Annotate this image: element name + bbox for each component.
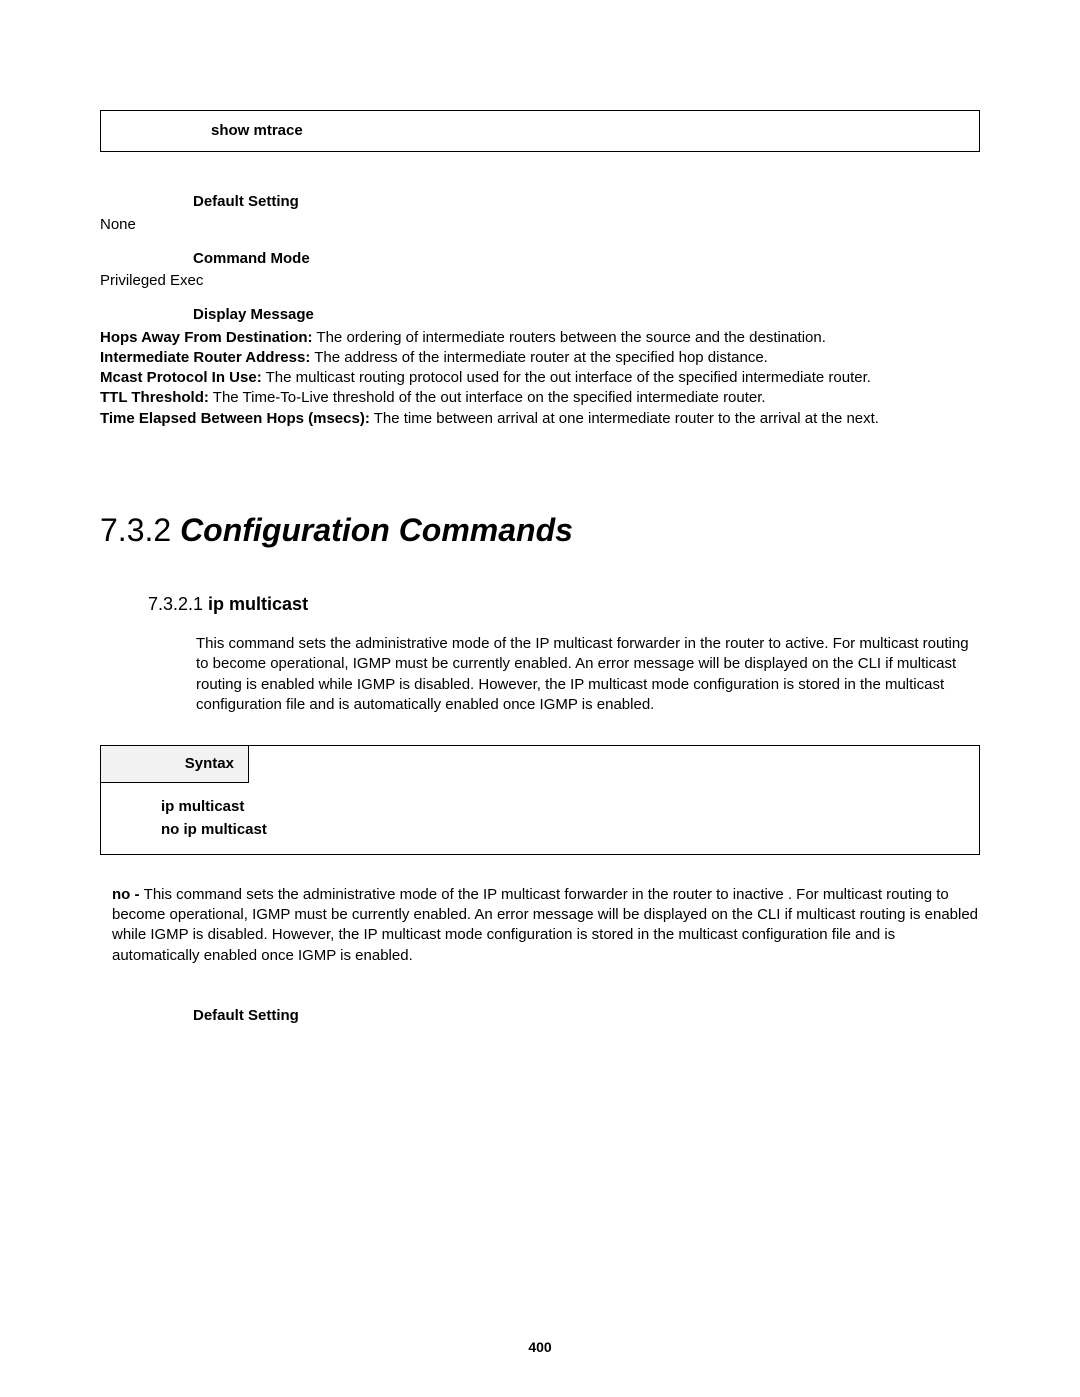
time-elapsed-text: The time between arrival at one intermed… [370,410,879,427]
syntax-line-2: no ip multicast [161,820,969,840]
display-message-block: Hops Away From Destination: The ordering… [100,328,980,429]
subsection-heading-ip-multicast: 7.3.2.1 ip multicast [148,592,980,616]
page-number: 400 [0,1338,1080,1357]
hops-text: The ordering of intermediate routers bet… [313,329,826,346]
syntax-body: ip multicast no ip multicast [101,783,979,854]
no-text: This command sets the administrative mod… [112,886,978,964]
command-mode-value: Privileged Exec [100,271,980,291]
command-mode-label: Command Mode [193,249,980,269]
syntax-line-1: ip multicast [161,797,969,817]
subsection-title: ip multicast [208,594,308,614]
default-setting-label-2: Default Setting [193,1006,980,1026]
syntax-label: Syntax [101,746,249,783]
default-setting-label-1: Default Setting [193,192,980,212]
default-setting-value-1: None [100,215,980,235]
ttl-threshold-label: TTL Threshold: [100,389,209,406]
time-elapsed-label: Time Elapsed Between Hops (msecs): [100,410,370,427]
syntax-box: Syntax ip multicast no ip multicast [100,745,980,855]
ttl-threshold-text: The Time-To-Live threshold of the out in… [209,389,766,406]
no-bold: no - [112,886,144,903]
mcast-protocol-text: The multicast routing protocol used for … [262,369,871,386]
command-text: show mtrace [211,122,303,139]
subsection-number: 7.3.2.1 [148,594,208,614]
display-message-label: Display Message [193,305,980,325]
intermediate-router-label: Intermediate Router Address: [100,349,310,366]
section-number: 7.3.2 [100,512,180,548]
syntax-header-row: Syntax [101,746,979,783]
no-description: no - This command sets the administrativ… [112,885,980,966]
mcast-protocol-label: Mcast Protocol In Use: [100,369,262,386]
intermediate-router-text: The address of the intermediate router a… [310,349,768,366]
page-container: show mtrace Default Setting None Command… [0,0,1080,1397]
command-box-show-mtrace: show mtrace [100,110,980,152]
section-heading-config-commands: 7.3.2 Configuration Commands [100,509,980,552]
ip-multicast-description: This command sets the administrative mod… [196,634,980,715]
hops-label: Hops Away From Destination: [100,329,313,346]
section-title: Configuration Commands [180,512,573,548]
